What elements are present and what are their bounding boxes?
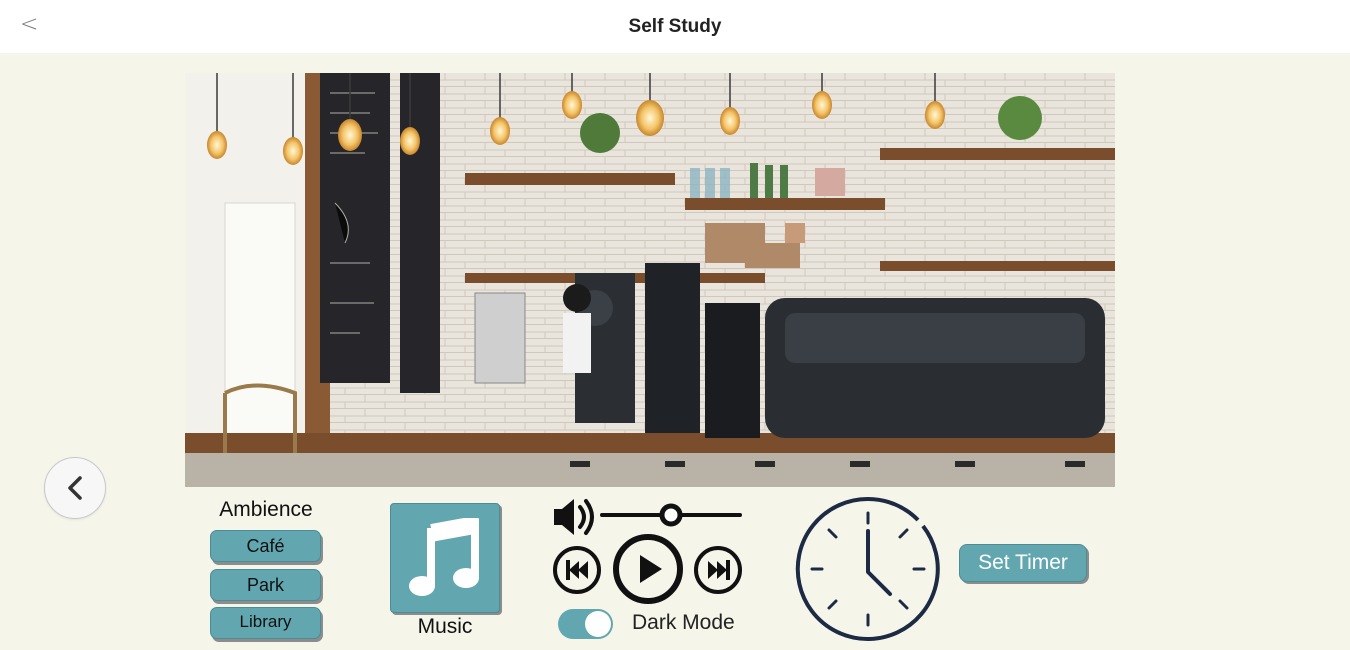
play-button[interactable] — [613, 534, 683, 604]
dark-mode-label: Dark Mode — [632, 611, 735, 634]
ambience-title: Ambience — [219, 498, 313, 521]
set-timer-button[interactable]: Set Timer — [959, 544, 1087, 582]
cafe-scene-illustration — [185, 73, 1115, 487]
previous-scene-button[interactable] — [44, 457, 106, 519]
chevron-left-icon — [68, 476, 82, 500]
ambience-park-button[interactable]: Park — [210, 569, 321, 601]
top-bar: < Self Study — [0, 0, 1350, 53]
rewind-button[interactable] — [553, 546, 601, 594]
clock-icon — [795, 496, 940, 641]
cafe-scene-image — [185, 73, 1115, 487]
ambience-library-button[interactable]: Library — [210, 607, 321, 639]
music-note-icon — [409, 518, 479, 596]
fast-forward-button[interactable] — [694, 546, 742, 594]
volume-icon[interactable] — [554, 499, 594, 535]
music-label: Music — [417, 615, 473, 638]
ambience-cafe-button[interactable]: Café — [210, 530, 321, 562]
volume-slider[interactable] — [600, 503, 742, 527]
page-title: Self Study — [628, 16, 722, 37]
music-button[interactable] — [390, 503, 500, 613]
dark-mode-toggle[interactable] — [558, 609, 613, 639]
